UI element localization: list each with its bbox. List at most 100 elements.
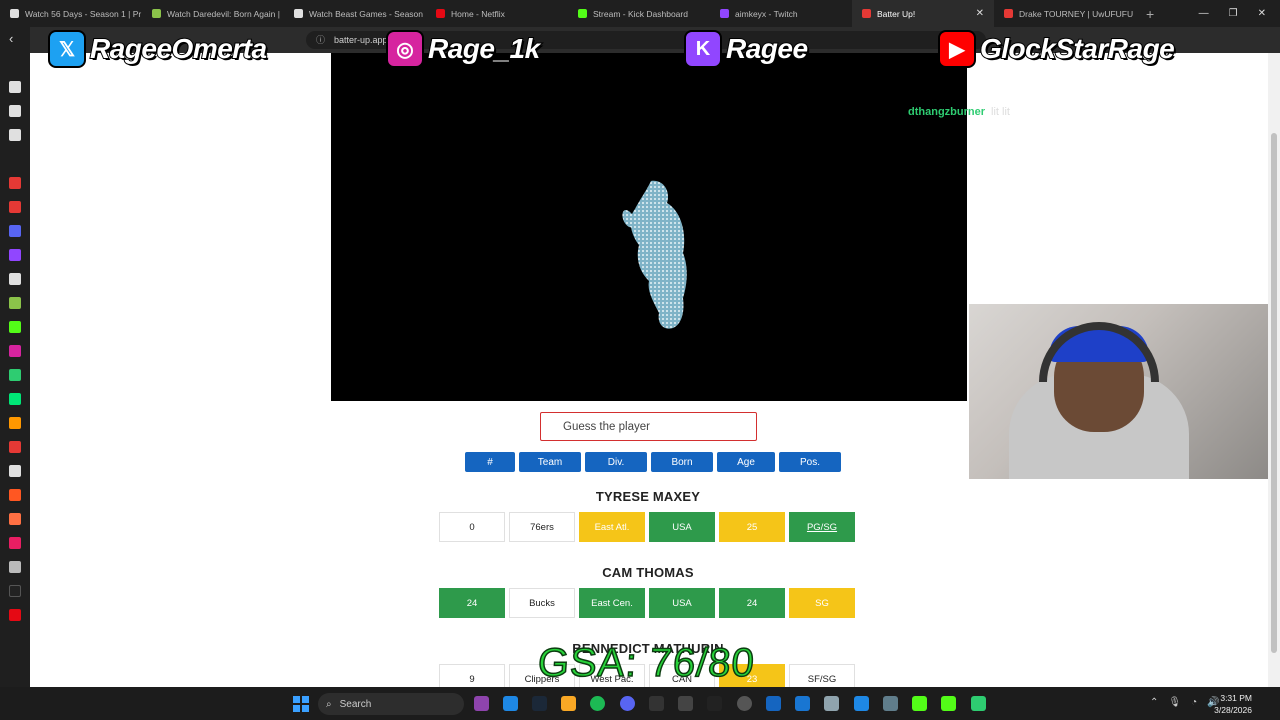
browser-tab[interactable]: Drake TOURNEY | UwUFUFU (994, 0, 1136, 27)
taskbar-app-icon[interactable] (503, 696, 518, 711)
sidebar-app-icon[interactable] (9, 297, 21, 309)
sidebar-app-icon[interactable] (9, 393, 21, 405)
browser-tab[interactable]: Batter Up! ✕ (852, 0, 994, 27)
scroll-thumb[interactable] (1271, 133, 1277, 653)
column-header: # (465, 452, 515, 472)
chevron-up-icon[interactable]: ⌃ (1150, 697, 1158, 708)
tab-title: Watch Beast Games - Season (309, 8, 424, 19)
taskbar-app-icon[interactable] (678, 696, 693, 711)
sidebar-app-icon[interactable] (9, 81, 21, 93)
taskbar-search[interactable]: ⌕ Search (318, 693, 464, 715)
guess-cell: 0 (439, 512, 505, 542)
guess-cell: USA (649, 512, 715, 542)
sidebar-app-icon[interactable] (9, 321, 21, 333)
guess-cell: SG (789, 588, 855, 618)
sidebar-app-icon[interactable] (9, 129, 21, 141)
tab-favicon-icon (436, 9, 445, 18)
tab-title: Drake TOURNEY | UwUFUFU (1019, 8, 1134, 19)
taskbar-app-icon[interactable] (649, 696, 664, 711)
taskbar-app-icon[interactable] (941, 696, 956, 711)
tab-title: Stream - Kick Dashboard (593, 8, 688, 19)
taskbar-app-icon[interactable] (854, 696, 869, 711)
sidebar-app-icon[interactable] (9, 225, 21, 237)
sidebar-app-icon[interactable] (9, 513, 21, 525)
guess-cell: East Cen. (579, 588, 645, 618)
column-header: Team (519, 452, 581, 472)
guess-cell: East Atl. (579, 512, 645, 542)
sidebar-app-icon[interactable] (9, 465, 21, 477)
guess-cell: 9 (439, 664, 505, 687)
browser-tab[interactable]: Watch 56 Days - Season 1 | Pr (0, 0, 142, 27)
tab-favicon-icon (10, 9, 19, 18)
browser-tab[interactable]: aimkeyx - Twitch (710, 0, 852, 27)
maximize-button[interactable]: ❐ (1229, 8, 1238, 19)
sidebar-app-icon[interactable] (9, 561, 21, 573)
tab-title: Home - Netflix (451, 8, 505, 19)
sidebar-app-icon[interactable] (9, 609, 21, 621)
tab-favicon-icon (152, 9, 161, 18)
tab-title: Watch Daredevil: Born Again | (167, 8, 280, 19)
page-scrollbar[interactable] (1268, 53, 1280, 687)
site-info-icon[interactable]: ⓘ (316, 31, 325, 49)
guessed-player-name: TYRESE MAXEY (595, 489, 701, 504)
social-banner: ▶ GlockStarRage (938, 28, 1176, 70)
sidebar-app-icon[interactable] (9, 105, 21, 117)
sidebar-app-icon[interactable] (9, 177, 21, 189)
browser-tab[interactable]: Home - Netflix (426, 0, 568, 27)
sidebar-app-icon[interactable] (9, 489, 21, 501)
taskbar-clock[interactable]: 3:31 PM 3/28/2026 (1214, 692, 1252, 716)
sidebar-app-icon[interactable] (9, 537, 21, 549)
x-icon: 𝕏 (48, 30, 86, 68)
sidebar-app-icon[interactable] (9, 417, 21, 429)
search-icon: ⌕ (326, 698, 332, 710)
taskbar-app-icon[interactable] (707, 696, 722, 711)
tab-close-icon[interactable]: ✕ (976, 8, 984, 19)
window-controls: — ❐ ✕ (1199, 8, 1280, 19)
back-icon[interactable]: ‹ (9, 31, 13, 46)
tab-favicon-icon (862, 9, 871, 18)
gsa-score-overlay: GSA: 76/80 (536, 640, 757, 686)
wifi-icon[interactable]: ◔ (1191, 697, 1197, 708)
social-handle: RageeOmerta (89, 32, 268, 65)
guess-cell: 76ers (509, 512, 575, 542)
taskbar-app-icon[interactable] (620, 696, 635, 711)
new-tab-button[interactable]: + (1136, 6, 1164, 22)
browser-tab[interactable]: Stream - Kick Dashboard (568, 0, 710, 27)
taskbar-app-icon[interactable] (737, 696, 752, 711)
sidebar-app-icon[interactable] (9, 201, 21, 213)
guess-player-input[interactable] (540, 412, 757, 441)
taskbar-app-icon[interactable] (474, 696, 489, 711)
guess-cell: Bucks (509, 588, 575, 618)
chat-text: lit lit (991, 106, 1010, 118)
chat-username: dthangzburner (908, 106, 985, 118)
taskbar-app-icon[interactable] (971, 696, 986, 711)
sidebar-app-icon[interactable] (9, 273, 21, 285)
taskbar-app-icon[interactable] (766, 696, 781, 711)
windows-start-icon[interactable] (293, 696, 309, 712)
taskbar-app-icon[interactable] (795, 696, 810, 711)
sidebar-app-icon[interactable] (9, 585, 21, 597)
taskbar-app-icon[interactable] (532, 696, 547, 711)
sidebar-app-icon[interactable] (9, 441, 21, 453)
guess-cell: 25 (719, 512, 785, 542)
sidebar-app-icon[interactable] (9, 249, 21, 261)
guess-row: 24 Bucks East Cen. USA 24 SG (439, 588, 855, 618)
youtube-tiktok-icon: ▶ (938, 30, 976, 68)
close-window-button[interactable]: ✕ (1258, 8, 1266, 19)
guess-cell: 24 (439, 588, 505, 618)
taskbar-app-icon[interactable] (824, 696, 839, 711)
twitch-kick-icon: K (684, 30, 722, 68)
taskbar-app-icon[interactable] (883, 696, 898, 711)
taskbar-app-icon[interactable] (912, 696, 927, 711)
social-handle: GlockStarRage (979, 32, 1176, 65)
taskbar-app-icon[interactable] (561, 696, 576, 711)
browser-tab[interactable]: Watch Daredevil: Born Again | (142, 0, 284, 27)
chat-message: dthangzburner lit lit (908, 106, 1010, 118)
taskbar-app-icon[interactable] (590, 696, 605, 711)
mic-icon[interactable]: 🎙 (1168, 697, 1181, 708)
minimize-button[interactable]: — (1199, 8, 1209, 19)
tab-favicon-icon (1004, 9, 1013, 18)
sidebar-app-icon[interactable] (9, 369, 21, 381)
browser-tab[interactable]: Watch Beast Games - Season (284, 0, 426, 27)
sidebar-app-icon[interactable] (9, 345, 21, 357)
